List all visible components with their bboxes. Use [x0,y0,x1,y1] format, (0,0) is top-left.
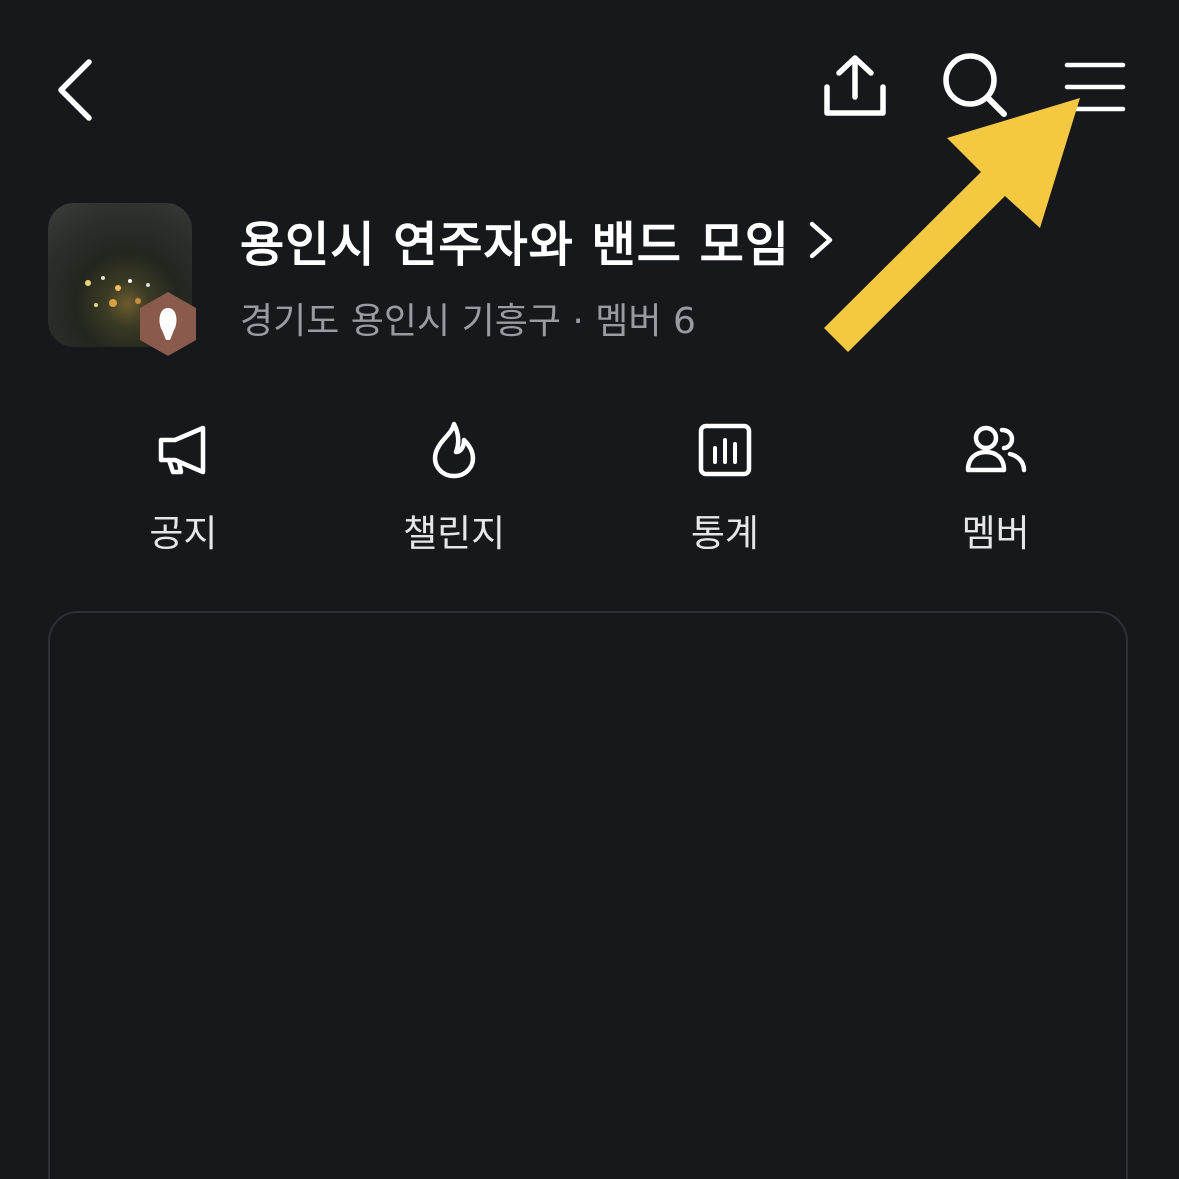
hamburger-menu-icon [1064,62,1126,112]
quick-menu-members[interactable]: 멤버 [860,415,1131,565]
quick-menu-stats[interactable]: 통계 [590,415,861,565]
band-location-members: 경기도 용인시 기흥구 · 멤버 6 [240,301,696,342]
share-button[interactable] [815,45,895,125]
content-card [48,611,1128,1179]
band-title: 용인시 연주자와 밴드 모임 [240,217,790,273]
quick-menu-challenge[interactable]: 챌린지 [319,415,590,565]
quick-menu: 공지 챌린지 통계 멤버 [48,415,1131,565]
megaphone-icon [148,415,218,485]
quick-menu-label: 통계 [690,512,759,555]
band-home-screen: 용인시 연주자와 밴드 모임 경기도 용인시 기흥구 · 멤버 6 공지 챌린지… [0,0,1179,1179]
members-icon [961,415,1031,485]
quick-menu-label: 공지 [149,512,218,555]
search-icon [943,53,1007,117]
back-button[interactable] [40,50,110,130]
quick-menu-label: 멤버 [961,512,1030,555]
flame-icon [419,415,489,485]
chevron-left-icon [58,59,92,121]
band-title-link[interactable]: 용인시 연주자와 밴드 모임 [240,205,838,275]
leader-badge-icon [140,292,196,356]
quick-menu-label: 챌린지 [403,512,506,555]
quick-menu-notice[interactable]: 공지 [48,415,319,565]
share-upload-icon [824,55,886,116]
search-button[interactable] [935,45,1015,125]
bar-chart-icon [690,415,760,485]
menu-button[interactable] [1055,45,1135,125]
chevron-right-icon [808,218,838,262]
